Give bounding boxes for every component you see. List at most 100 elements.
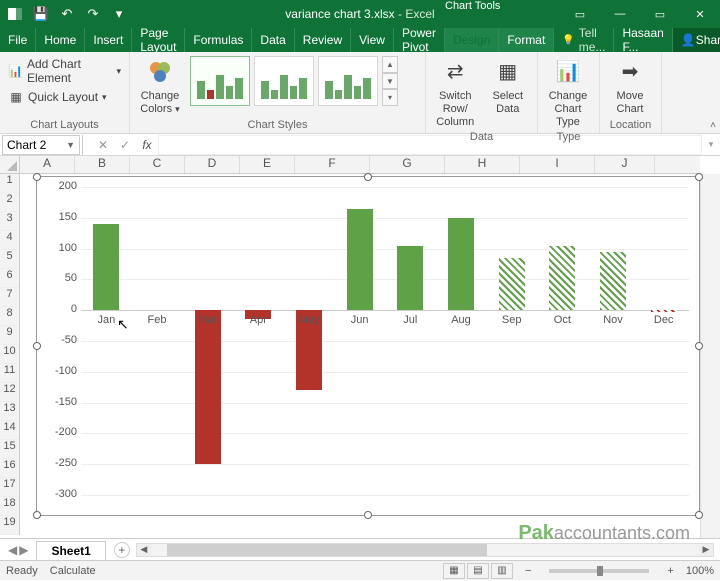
row-header[interactable]: 3 xyxy=(0,212,19,231)
row-header[interactable]: 13 xyxy=(0,402,19,421)
row-header[interactable]: 7 xyxy=(0,288,19,307)
data-bar[interactable] xyxy=(93,224,119,310)
qat-customize-icon[interactable]: ▾ xyxy=(108,3,130,25)
tab-power-pivot[interactable]: Power Pivot xyxy=(394,28,445,52)
row-header[interactable]: 16 xyxy=(0,459,19,478)
data-bar[interactable] xyxy=(347,209,373,311)
excel-icon[interactable] xyxy=(4,3,26,25)
zoom-in-button[interactable]: + xyxy=(667,565,673,577)
data-bar[interactable] xyxy=(195,310,221,464)
column-header[interactable]: F xyxy=(295,156,370,173)
row-header[interactable]: 10 xyxy=(0,345,19,364)
move-chart-button[interactable]: ➡Move Chart xyxy=(606,56,654,116)
row-header[interactable]: 2 xyxy=(0,193,19,212)
row-header[interactable]: 8 xyxy=(0,307,19,326)
new-sheet-button[interactable]: + xyxy=(114,542,130,558)
select-all-button[interactable] xyxy=(0,156,20,174)
normal-view-icon[interactable]: ▦ xyxy=(443,563,465,579)
gallery-up-icon[interactable]: ▲ xyxy=(382,56,398,73)
scroll-thumb[interactable] xyxy=(167,544,487,556)
tab-file[interactable]: File xyxy=(0,28,36,52)
scroll-left-icon[interactable]: ◀ xyxy=(137,544,151,556)
maximize-icon[interactable]: ▭ xyxy=(640,0,680,28)
data-bar[interactable] xyxy=(499,258,525,310)
tab-page-layout[interactable]: Page Layout xyxy=(132,28,185,52)
tab-review[interactable]: Review xyxy=(295,28,351,52)
collapse-ribbon-icon[interactable]: ˄ xyxy=(710,120,716,131)
resize-handle[interactable] xyxy=(364,173,372,181)
row-header[interactable]: 17 xyxy=(0,478,19,497)
tab-home[interactable]: Home xyxy=(36,28,85,52)
name-box[interactable]: Chart 2▼ xyxy=(2,135,80,155)
zoom-slider[interactable] xyxy=(549,569,649,573)
column-header[interactable]: A xyxy=(20,156,75,173)
chart-object[interactable]: 200150100500-50-100-150-200-250-300JanFe… xyxy=(36,176,700,516)
resize-handle[interactable] xyxy=(695,342,703,350)
change-colors-button[interactable]: Change Colors ▾ xyxy=(136,56,184,116)
row-header[interactable]: 9 xyxy=(0,326,19,345)
tab-format[interactable]: Format xyxy=(499,28,554,52)
expand-formula-icon[interactable]: ▾ xyxy=(702,139,720,150)
column-header[interactable]: E xyxy=(240,156,295,173)
sheet-nav[interactable]: ◀▶ xyxy=(0,543,36,557)
row-header[interactable]: 12 xyxy=(0,383,19,402)
close-icon[interactable]: ✕ xyxy=(680,0,720,28)
row-header[interactable]: 19 xyxy=(0,516,19,535)
resize-handle[interactable] xyxy=(33,511,41,519)
column-header[interactable]: D xyxy=(185,156,240,173)
change-chart-type-button[interactable]: 📊Change Chart Type xyxy=(544,56,592,129)
data-bar[interactable] xyxy=(397,246,423,311)
column-header[interactable]: C xyxy=(130,156,185,173)
column-header[interactable]: H xyxy=(445,156,520,173)
data-bar[interactable] xyxy=(651,310,677,312)
data-bar[interactable] xyxy=(549,246,575,311)
tab-data[interactable]: Data xyxy=(252,28,294,52)
share-button[interactable]: 👤 Share xyxy=(673,28,720,52)
row-header[interactable]: 5 xyxy=(0,250,19,269)
cancel-formula-icon[interactable]: ✕ xyxy=(92,138,114,152)
undo-icon[interactable]: ↶ xyxy=(56,3,78,25)
tab-design[interactable]: Design xyxy=(445,28,499,52)
ribbon-display-icon[interactable]: ▭ xyxy=(560,0,600,28)
vertical-scrollbar[interactable] xyxy=(700,174,720,538)
resize-handle[interactable] xyxy=(695,511,703,519)
fx-icon[interactable]: fx xyxy=(136,138,158,152)
chart-style-2[interactable] xyxy=(254,56,314,106)
redo-icon[interactable]: ↷ xyxy=(82,3,104,25)
gallery-more-icon[interactable]: ▾ xyxy=(382,89,398,106)
add-chart-element-button[interactable]: 📊Add Chart Element▾ xyxy=(6,56,123,86)
zoom-level[interactable]: 100% xyxy=(686,565,714,577)
chart-style-1[interactable] xyxy=(190,56,250,106)
sheet-tab-sheet1[interactable]: Sheet1 xyxy=(36,541,105,560)
tell-me-input[interactable]: 💡Tell me... xyxy=(554,28,614,52)
row-header[interactable]: 1 xyxy=(0,174,19,193)
enter-formula-icon[interactable]: ✓ xyxy=(114,138,136,152)
switch-row-column-button[interactable]: ⇄Switch Row/ Column xyxy=(432,56,479,129)
tab-insert[interactable]: Insert xyxy=(85,28,132,52)
row-header[interactable]: 11 xyxy=(0,364,19,383)
minimize-icon[interactable]: — xyxy=(600,0,640,28)
gallery-down-icon[interactable]: ▼ xyxy=(382,73,398,90)
user-account[interactable]: Hasaan F... xyxy=(614,28,672,52)
resize-handle[interactable] xyxy=(695,173,703,181)
row-header[interactable]: 15 xyxy=(0,440,19,459)
row-header[interactable]: 14 xyxy=(0,421,19,440)
save-icon[interactable]: 💾 xyxy=(30,3,52,25)
chevron-down-icon[interactable]: ▼ xyxy=(66,140,75,150)
data-bar[interactable] xyxy=(448,218,474,310)
column-header[interactable]: B xyxy=(75,156,130,173)
zoom-thumb[interactable] xyxy=(597,566,603,576)
page-break-view-icon[interactable]: ▥ xyxy=(491,563,513,579)
select-data-button[interactable]: ▦Select Data xyxy=(485,56,532,116)
page-layout-view-icon[interactable]: ▤ xyxy=(467,563,489,579)
row-header[interactable]: 6 xyxy=(0,269,19,288)
prev-sheet-icon[interactable]: ◀ xyxy=(8,543,17,557)
row-header[interactable]: 18 xyxy=(0,497,19,516)
row-header[interactable]: 4 xyxy=(0,231,19,250)
tab-view[interactable]: View xyxy=(351,28,394,52)
plot-area[interactable]: 200150100500-50-100-150-200-250-300JanFe… xyxy=(81,187,689,495)
data-bar[interactable] xyxy=(600,252,626,311)
chart-style-3[interactable] xyxy=(318,56,378,106)
column-header[interactable]: I xyxy=(520,156,595,173)
column-header[interactable]: J xyxy=(595,156,655,173)
